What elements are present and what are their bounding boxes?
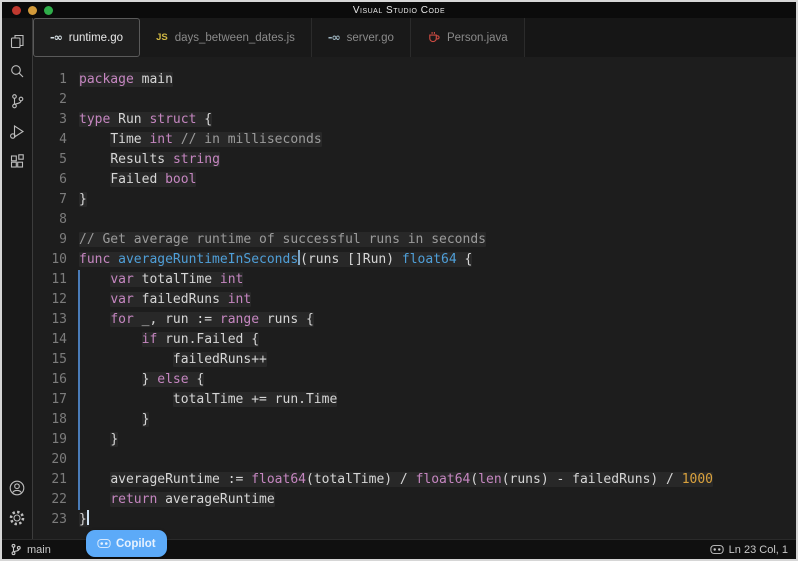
title-bar: Visual Studio Code [2, 2, 796, 18]
code-line[interactable]: 4 Time int // in milliseconds [33, 130, 796, 150]
line-number: 12 [33, 290, 77, 310]
code-line[interactable]: 18 } [33, 410, 796, 430]
branch-indicator[interactable]: main [10, 543, 51, 556]
line-number: 4 [33, 130, 77, 150]
tab-days-between-dates-js[interactable]: JS days_between_dates.js [140, 18, 312, 57]
branch-name: main [27, 544, 51, 556]
copilot-button[interactable]: Copilot [86, 530, 167, 557]
code-line[interactable]: 15 failedRuns++ [33, 350, 796, 370]
code-line[interactable]: 22 return averageRuntime [33, 490, 796, 510]
code-line[interactable]: 13 for _, run := range runs { [33, 310, 796, 330]
code-line[interactable]: 7} [33, 190, 796, 210]
line-number: 19 [33, 430, 77, 450]
code-line[interactable]: 9// Get average runtime of successful ru… [33, 230, 796, 250]
copilot-label: Copilot [116, 538, 156, 550]
code-line[interactable]: 20 [33, 450, 796, 470]
code-line[interactable]: 17 totalTime += run.Time [33, 390, 796, 410]
tab-bar: -∞ runtime.go JS days_between_dates.js -… [33, 18, 796, 57]
line-number: 23 [33, 510, 77, 530]
tab-person-java[interactable]: Person.java [411, 18, 525, 57]
code-line[interactable]: 1package main [33, 70, 796, 90]
line-number: 1 [33, 70, 77, 90]
tab-label: days_between_dates.js [175, 32, 295, 44]
text-cursor [87, 510, 89, 525]
line-number: 9 [33, 230, 77, 250]
code-line[interactable]: 5 Results string [33, 150, 796, 170]
cursor-position-indicator[interactable]: Ln 23 Col, 1 [710, 544, 788, 556]
tab-server-go[interactable]: -∞ server.go [312, 18, 411, 57]
code-line[interactable]: 14 if run.Failed { [33, 330, 796, 350]
line-number: 16 [33, 370, 77, 390]
code-line[interactable]: 8 [33, 210, 796, 230]
line-number: 22 [33, 490, 77, 510]
code-line[interactable]: 2 [33, 90, 796, 110]
tab-runtime-go[interactable]: -∞ runtime.go [33, 18, 140, 57]
window-title: Visual Studio Code [2, 5, 796, 16]
line-number: 10 [33, 250, 77, 270]
tab-label: Person.java [447, 32, 508, 44]
code-line[interactable]: 23} [33, 510, 796, 530]
line-number: 13 [33, 310, 77, 330]
vscode-window: Visual Studio Code [0, 0, 798, 561]
source-control-icon[interactable] [4, 86, 30, 116]
code-editor[interactable]: 1package main23type Run struct {4 Time i… [33, 57, 796, 539]
extensions-icon[interactable] [4, 146, 30, 176]
copilot-icon [97, 538, 111, 549]
line-number: 17 [33, 390, 77, 410]
line-number: 2 [33, 90, 77, 110]
code-lines: 1package main23type Run struct {4 Time i… [33, 70, 796, 530]
line-number: 15 [33, 350, 77, 370]
code-line[interactable]: 6 Failed bool [33, 170, 796, 190]
code-line[interactable]: 19 } [33, 430, 796, 450]
line-number: 21 [33, 470, 77, 490]
code-line[interactable]: 16 } else { [33, 370, 796, 390]
tab-label: server.go [347, 32, 394, 44]
line-number: 11 [33, 270, 77, 290]
settings-gear-icon[interactable] [4, 503, 30, 533]
explorer-icon[interactable] [4, 26, 30, 56]
git-branch-icon [10, 543, 22, 556]
code-line[interactable]: 11 var totalTime int [33, 270, 796, 290]
line-number: 7 [33, 190, 77, 210]
line-number: 3 [33, 110, 77, 130]
run-and-debug-icon[interactable] [4, 116, 30, 146]
line-number: 18 [33, 410, 77, 430]
cursor-position-text: Ln 23 Col, 1 [729, 544, 788, 556]
line-number: 20 [33, 450, 77, 470]
code-line[interactable]: 12 var failedRuns int [33, 290, 796, 310]
search-icon[interactable] [4, 56, 30, 86]
java-file-icon [427, 30, 440, 46]
line-number: 8 [33, 210, 77, 230]
line-number: 5 [33, 150, 77, 170]
go-file-icon: -∞ [50, 31, 62, 44]
copilot-status-icon [710, 544, 724, 555]
account-icon[interactable] [4, 473, 30, 503]
code-line[interactable]: 21 averageRuntime := float64(totalTime) … [33, 470, 796, 490]
line-number: 6 [33, 170, 77, 190]
activity-bar [2, 18, 33, 539]
code-line[interactable]: 3type Run struct { [33, 110, 796, 130]
code-line[interactable]: 10func averageRuntimeInSeconds(runs []Ru… [33, 250, 796, 270]
go-file-icon: -∞ [328, 31, 340, 44]
line-number: 14 [33, 330, 77, 350]
tab-label: runtime.go [69, 32, 123, 44]
active-indent-guide [78, 270, 80, 510]
js-file-icon: JS [156, 32, 168, 43]
